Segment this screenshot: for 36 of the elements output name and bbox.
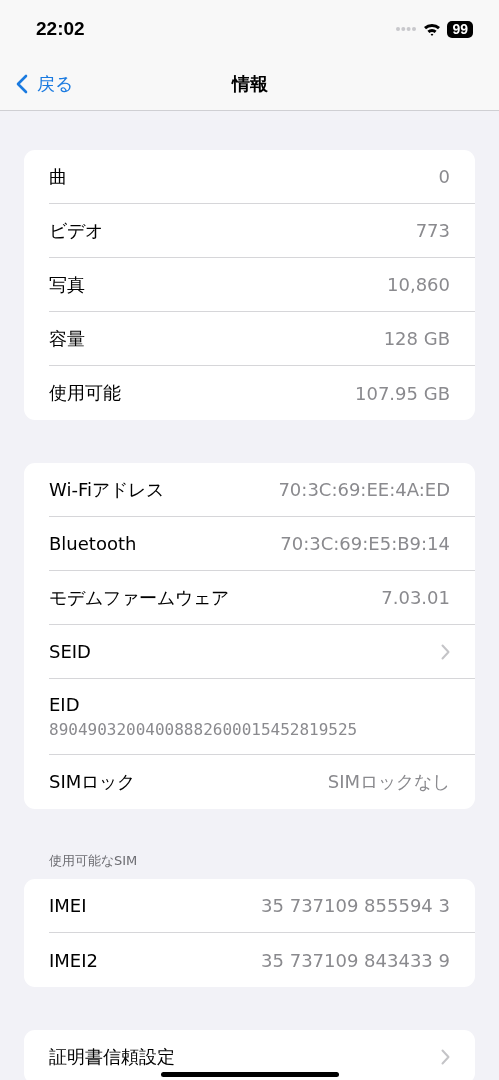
section-header: 使用可能なSIM <box>48 852 139 870</box>
chevron-icon <box>441 1049 450 1065</box>
row-label: ビデオ <box>49 218 103 243</box>
row-value: SIMロックなし <box>327 770 450 794</box>
list-row[interactable]: SEID <box>49 625 475 679</box>
nav-title: 情報 <box>231 72 268 96</box>
wifi-icon <box>423 22 442 36</box>
battery-icon: 99 <box>447 20 473 38</box>
row-value: 0 <box>438 166 450 187</box>
row-value: 70:3C:69:EE:4A:ED <box>278 479 450 500</box>
back-button[interactable]: 戻る <box>0 72 73 96</box>
row-label: モデムファームウェア <box>49 585 229 610</box>
row-label: 容量 <box>49 326 85 351</box>
row-value: 128 GB <box>383 328 450 349</box>
signal-icon <box>395 26 418 32</box>
row-label: EID <box>49 694 80 715</box>
row-label: IMEI2 <box>49 949 98 971</box>
back-chevron-icon <box>16 74 28 94</box>
list-row[interactable]: 証明書信頼設定 <box>49 1030 475 1080</box>
row-value: 10,860 <box>387 274 450 295</box>
row-label: Wi-Fiアドレス <box>49 477 164 502</box>
row-label: 写真 <box>49 272 85 297</box>
row-label: IMEI <box>49 895 87 916</box>
row-value: 89049032004008882600015452819525 <box>49 720 358 739</box>
row-label: 曲 <box>49 164 67 189</box>
row-value: 773 <box>415 220 450 241</box>
row-label: Bluetooth <box>49 533 137 554</box>
row-label: SIMロック <box>49 770 136 794</box>
row-value: 107.95 GB <box>355 382 450 404</box>
row-value: 35 737109 855594 3 <box>261 895 450 916</box>
chevron-icon <box>441 643 450 660</box>
row-label: 使用可能 <box>49 381 121 405</box>
row-value: 7.03.01 <box>381 587 450 608</box>
row-value: 35 737109 843433 9 <box>261 949 450 971</box>
row-value: 70:3C:69:E5:B9:14 <box>280 533 450 554</box>
status-time: 22:02 <box>36 18 85 40</box>
